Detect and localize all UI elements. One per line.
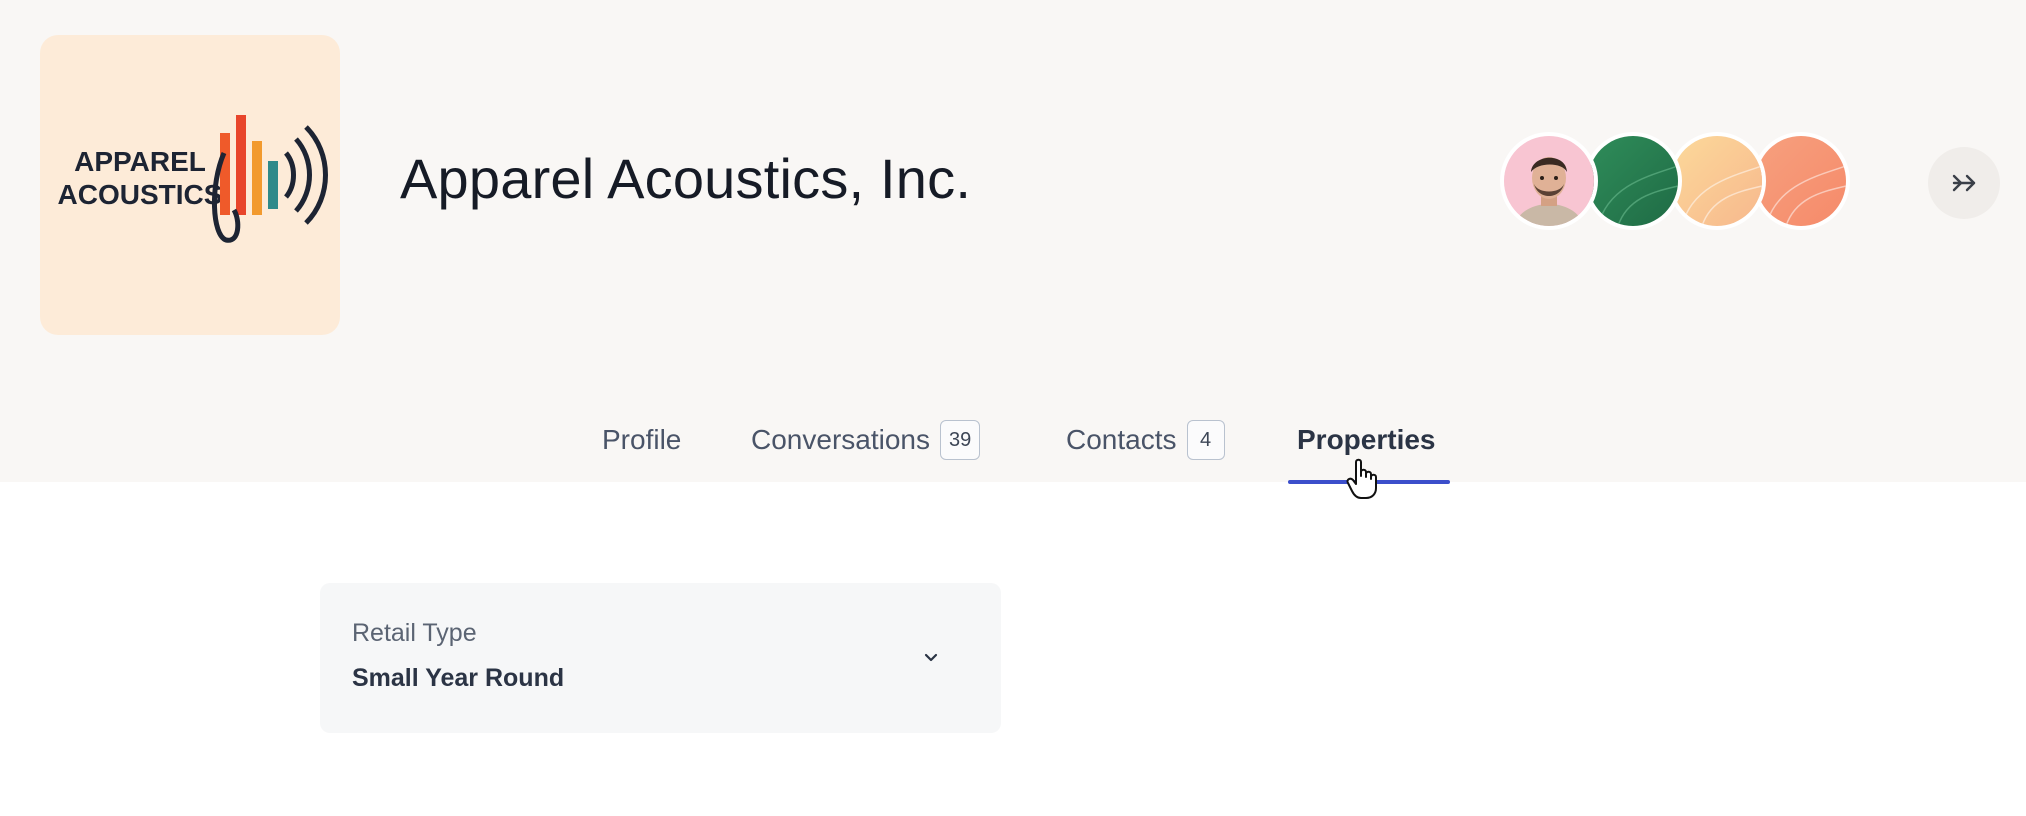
property-label: Retail Type [352, 619, 477, 647]
yellow-avatar[interactable] [1668, 132, 1766, 230]
person-avatar[interactable] [1500, 132, 1598, 230]
hand-cursor-icon [1346, 458, 1380, 505]
tab-label: Contacts [1066, 424, 1177, 455]
orange-avatar[interactable] [1752, 132, 1850, 230]
conversations-count-badge: 39 [939, 420, 981, 460]
contacts-count-badge: 4 [1186, 420, 1225, 460]
chevron-down-icon [924, 653, 938, 662]
tab-label: Profile [602, 424, 682, 455]
svg-text:ACOUSTICS: ACOUSTICS [58, 179, 223, 210]
company-logo: APPAREL ACOUSTICS [40, 35, 340, 335]
green-avatar[interactable] [1584, 132, 1682, 230]
double-chevron-right-icon [1952, 174, 1976, 192]
tab-bar: Profile Conversations 39 Contacts 4 Prop… [0, 400, 2026, 486]
svg-text:APPAREL: APPAREL [74, 146, 206, 177]
property-value: Small Year Round [352, 664, 565, 692]
avatar-stack[interactable] [1500, 132, 1860, 232]
expand-panel-button[interactable] [1928, 147, 2000, 219]
tab-label: Conversations [751, 424, 930, 455]
tab-conversations[interactable]: Conversations 39 [751, 400, 981, 480]
retail-type-dropdown[interactable]: Retail Type Small Year Round [320, 583, 1001, 733]
company-header: APPAREL ACOUSTICS Apparel Acoustics, Inc… [0, 0, 2026, 482]
tab-contacts[interactable]: Contacts 4 [1066, 400, 1225, 480]
tab-profile[interactable]: Profile [602, 400, 681, 480]
company-name: Apparel Acoustics, Inc. [400, 147, 972, 210]
tab-label: Properties [1297, 424, 1436, 455]
